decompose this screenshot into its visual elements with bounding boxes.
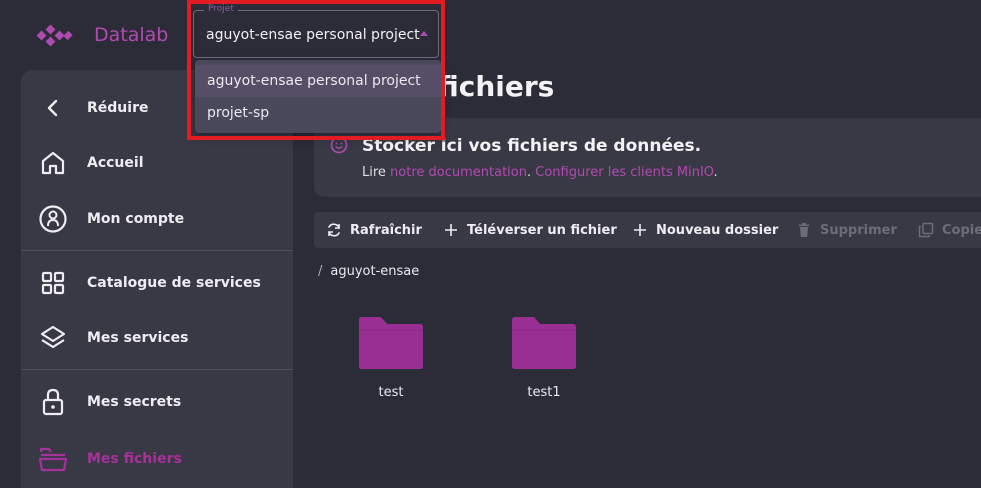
delete-label: Supprimer [820, 222, 897, 238]
page-title: fichiers [438, 70, 555, 103]
folder-icon [359, 317, 423, 369]
sidebar-item-mon-compte[interactable]: Mon compte [21, 199, 293, 239]
info-title: Stocker ici vos fichiers de données. [362, 136, 702, 156]
breadcrumb-item[interactable]: aguyot-ensae [330, 264, 419, 279]
sidebar-item-label: Accueil [87, 155, 144, 171]
sidebar-item-catalogue[interactable]: Catalogue de services [21, 263, 293, 303]
refresh-button[interactable]: Rafraîchir [326, 212, 422, 248]
sidebar-item-mes-secrets[interactable]: Mes secrets [21, 382, 293, 422]
refresh-icon [328, 223, 340, 237]
breadcrumb: / aguyot-ensae [318, 264, 419, 279]
configure-minio-link[interactable]: Configurer les clients MinIO [535, 165, 713, 180]
lock-icon [38, 387, 68, 417]
sidebar-item-label: Mon compte [87, 211, 185, 227]
breadcrumb-separator: / [318, 264, 323, 279]
brand-name[interactable]: Datalab [94, 24, 168, 46]
file-toolbar: Rafraîchir Téléverser un fichier Nouveau… [314, 212, 981, 248]
project-option[interactable]: projet-sp [195, 97, 441, 129]
folder-item[interactable]: test [346, 316, 436, 406]
folder-name: test [378, 385, 404, 400]
copy-icon [918, 222, 934, 238]
layers-icon [38, 323, 68, 353]
smiley-icon [330, 136, 348, 154]
chevron-left-icon [38, 93, 68, 123]
sidebar-item-mes-services[interactable]: Mes services [21, 318, 293, 358]
plus-icon [445, 224, 457, 236]
sidebar-item-label: Mes secrets [87, 394, 182, 410]
info-suffix: . [713, 165, 718, 180]
upload-file-label: Téléverser un fichier [467, 222, 617, 238]
project-select-value: aguyot-ensae personal project [206, 27, 420, 43]
new-folder-button[interactable]: Nouveau dossier [632, 212, 778, 248]
sidebar-item-accueil[interactable]: Accueil [21, 143, 293, 183]
folder-stack-icon [38, 444, 68, 474]
copy-label: Copie [942, 222, 981, 238]
plus-icon [634, 224, 646, 236]
info-prefix: Lire [362, 165, 391, 180]
project-select[interactable]: Projet aguyot-ensae personal project [193, 4, 439, 58]
folder-item[interactable]: test1 [499, 316, 589, 406]
refresh-label: Rafraîchir [350, 222, 422, 238]
new-folder-label: Nouveau dossier [656, 222, 779, 238]
home-icon [38, 148, 68, 178]
sidebar-divider [21, 369, 293, 370]
copy-button[interactable]: Copie [918, 212, 981, 248]
project-select-label: Projet [204, 4, 238, 14]
folder-name: test1 [527, 385, 561, 400]
sidebar-item-label: Réduire [87, 100, 149, 116]
sidebar-item-mes-fichiers[interactable]: Mes fichiers [21, 439, 293, 479]
trash-icon [799, 223, 809, 237]
sidebar-item-label: Catalogue de services [87, 275, 261, 291]
folder-icon [512, 317, 576, 369]
delete-button[interactable]: Supprimer [796, 212, 897, 248]
sidebar-item-label: Mes fichiers [87, 451, 182, 467]
project-option[interactable]: aguyot-ensae personal project [195, 65, 441, 97]
sidebar-item-label: Mes services [87, 330, 189, 346]
grid-icon [38, 268, 68, 298]
account-icon [38, 204, 68, 234]
upload-file-button[interactable]: Téléverser un fichier [443, 212, 617, 248]
documentation-link[interactable]: notre documentation [390, 165, 527, 180]
info-description: Lire notre documentation. Configurer les… [362, 165, 718, 180]
sidebar-divider [21, 250, 293, 251]
project-dropdown-menu: aguyot-ensae personal project projet-sp [195, 60, 441, 133]
caret-up-icon [420, 31, 428, 36]
datalab-logo-icon[interactable] [34, 24, 74, 48]
